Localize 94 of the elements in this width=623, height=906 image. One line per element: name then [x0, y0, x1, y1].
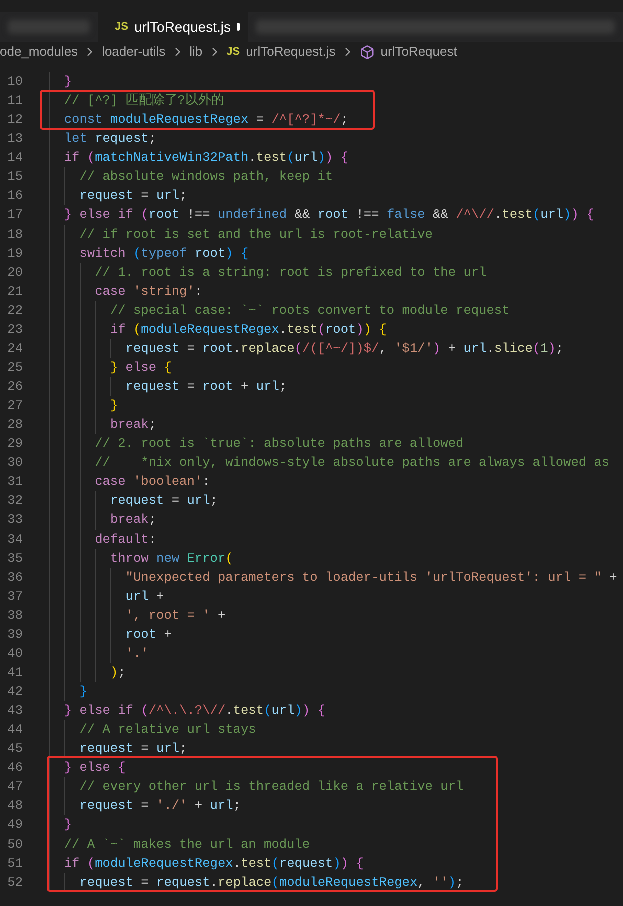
code-line: // 1. root is a string: root is prefixed to the url	[49, 262, 487, 282]
line-number: 41	[6, 664, 23, 682]
line-number: 38	[6, 606, 23, 625]
code-line: url +	[49, 586, 164, 606]
breadcrumb-item[interactable]: urlToRequest.js	[246, 42, 336, 62]
code-line: }	[49, 72, 72, 92]
code-line: // absolute windows path, keep it	[49, 167, 334, 186]
line-number: 11	[6, 92, 23, 110]
code-line: // A `~` makes the url an module	[49, 834, 310, 854]
line-number: 26	[6, 378, 23, 396]
line-number: 48	[6, 797, 23, 816]
line-number: 13	[6, 130, 23, 148]
code-line: }	[49, 815, 72, 834]
code-line: } else if (root !== undefined && root !== false && /^\//.test(url)) {	[49, 205, 594, 224]
line-number: 28	[6, 416, 23, 434]
line-number: 19	[6, 244, 23, 263]
code-line: // [^?] 匹配除了?以外的	[49, 91, 224, 110]
line-number: 31	[6, 473, 23, 492]
line-number: 52	[6, 874, 23, 892]
code-line: case 'boolean':	[49, 472, 210, 492]
code-line: }	[49, 396, 118, 416]
line-number: 20	[6, 264, 23, 282]
line-number: 47	[6, 778, 23, 796]
line-number: 33	[6, 511, 23, 530]
line-number: 25	[6, 358, 23, 377]
code-line: request = root + url;	[49, 377, 288, 396]
code-line: }	[49, 682, 88, 702]
code-line: request = url;	[49, 739, 188, 758]
code-line: request = './' + url;	[49, 796, 242, 816]
line-number: 51	[6, 854, 23, 873]
code-line: case 'string':	[49, 282, 203, 301]
line-number: 43	[6, 702, 23, 720]
code-line: request = url;	[49, 491, 218, 510]
line-number: 23	[6, 320, 23, 339]
line-number: 35	[6, 550, 23, 568]
line-number: 24	[6, 340, 23, 358]
code-line: root +	[49, 624, 172, 644]
line-number: 36	[6, 568, 23, 587]
line-number: 14	[6, 149, 23, 168]
line-number: 30	[6, 454, 23, 472]
line-number: 12	[6, 111, 23, 130]
code-line: if (matchNativeWin32Path.test(url)) {	[49, 148, 349, 168]
code-line: } else if (/^\.\.?\//.test(url)) {	[49, 701, 326, 720]
line-number: 44	[6, 721, 23, 740]
breadcrumb-item[interactable]: lib	[190, 42, 203, 62]
line-number: 16	[6, 187, 23, 206]
code-line: } else {	[49, 358, 172, 377]
line-number: 34	[6, 530, 23, 548]
line-number: 39	[6, 626, 23, 644]
line-number: 15	[6, 168, 23, 186]
code-line: if (moduleRequestRegex.test(root)) {	[49, 320, 387, 339]
line-number: 32	[6, 492, 23, 510]
line-number: 46	[6, 759, 23, 778]
code-line: let request;	[49, 129, 157, 148]
code-line: default:	[49, 530, 157, 549]
line-number: 21	[6, 282, 23, 301]
line-number: 40	[6, 644, 23, 663]
code-line: } else {	[49, 758, 126, 778]
code-line: const moduleRequestRegex = /^[^?]*~/;	[49, 110, 349, 130]
line-number: 29	[6, 435, 23, 454]
breadcrumb-item[interactable]: loader-utils	[102, 42, 166, 62]
line-number: 45	[6, 740, 23, 758]
breadcrumb-item[interactable]: ode_modules	[0, 42, 78, 62]
code-line: request = request.replace(moduleRequestRegex, '');	[49, 872, 464, 892]
code-line: // A relative url stays	[49, 720, 256, 740]
code-line: // *nix only, windows-style absolute paths are always allowed as	[49, 453, 610, 472]
code-line: ', root = ' +	[49, 606, 226, 625]
code-line: // special case: `~` roots convert to module request	[49, 300, 510, 320]
line-number: 10	[6, 73, 23, 91]
editor-tab[interactable]: JS urlToRequest.js	[98, 12, 248, 42]
code-line: // if root is set and the url is root-relative	[49, 224, 433, 244]
code-line: // 2. root is `true`: absolute paths are allowed	[49, 434, 464, 454]
code-line: "Unexpected parameters to loader-utils 'urlToRequest': url = " +	[49, 568, 618, 587]
code-line: if (moduleRequestRegex.test(request)) {	[49, 854, 364, 873]
code-line: // every other url is threaded like a relative url	[49, 777, 464, 796]
line-number: 22	[6, 302, 23, 320]
code-line: break;	[49, 415, 157, 434]
code-line: switch (typeof root) {	[49, 244, 249, 263]
line-number: 27	[6, 397, 23, 416]
cube-icon	[360, 44, 375, 60]
line-number: 50	[6, 836, 23, 854]
line-number: 37	[6, 588, 23, 606]
line-number: 18	[6, 226, 23, 244]
code-line: request = url;	[49, 186, 188, 206]
code-line: );	[49, 662, 126, 682]
line-number: 49	[6, 816, 23, 834]
code-line: '.'	[49, 644, 149, 663]
code-line: break;	[49, 510, 157, 530]
line-number: 17	[6, 206, 23, 224]
code-line: request = root.replace(/([^~/])$/, '$1/') + url.slice(1);	[49, 338, 564, 358]
code-line: throw new Error(	[49, 548, 234, 568]
breadcrumb-item[interactable]: urlToRequest	[380, 42, 458, 62]
js-file-icon: JS	[226, 44, 240, 60]
line-number: 42	[6, 683, 23, 701]
